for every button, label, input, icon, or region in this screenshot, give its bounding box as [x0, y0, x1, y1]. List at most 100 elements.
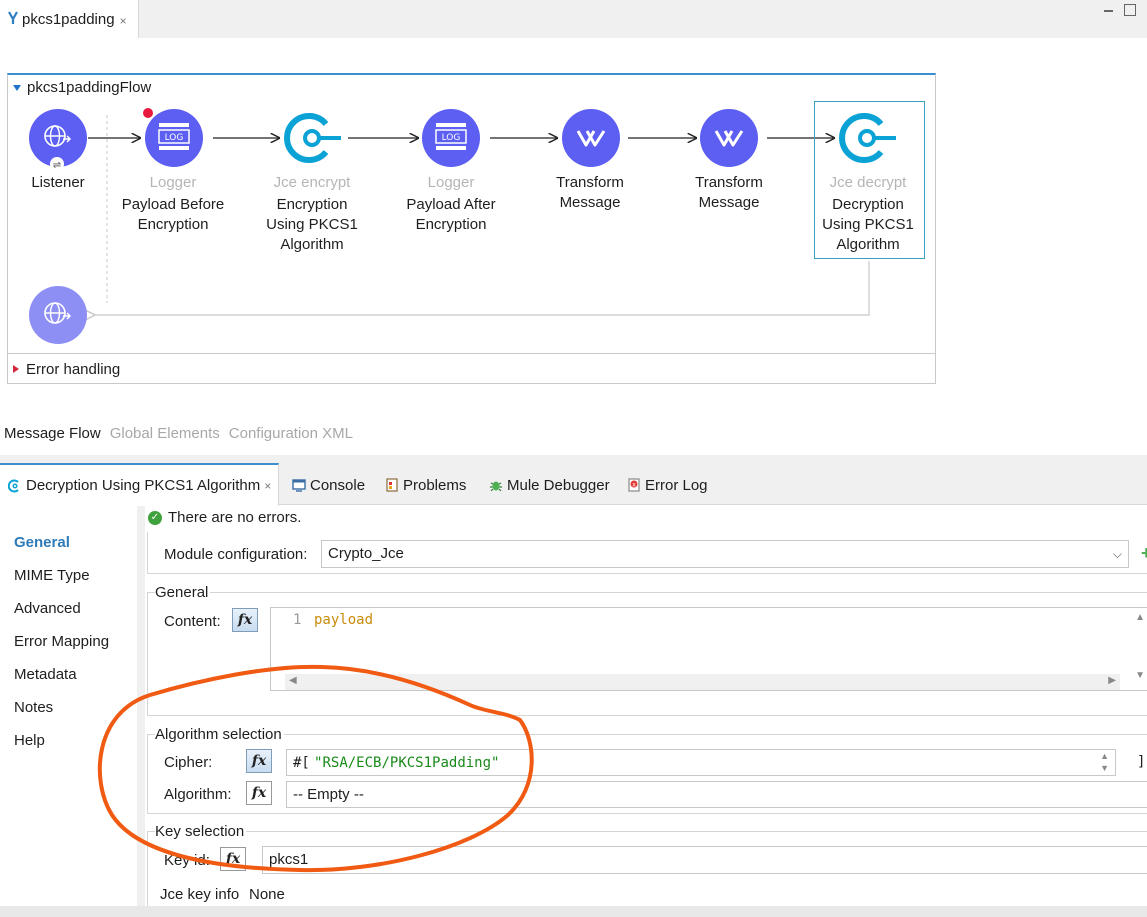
node-label-line: Payload Before [121, 196, 225, 213]
maximize-icon[interactable] [1124, 4, 1136, 16]
tab-console-label: Console [310, 476, 366, 494]
cipher-label: Cipher: [164, 754, 213, 771]
nav-notes[interactable]: Notes [14, 699, 53, 716]
editor-view-tabs: Message Flow Global Elements Configurati… [4, 425, 362, 442]
node-type-logger: Logger [427, 174, 475, 191]
expression-prefix: #[ [293, 755, 310, 771]
nav-error-mapping[interactable]: Error Mapping [14, 633, 109, 650]
key-id-input[interactable]: pkcs1 [262, 846, 1147, 874]
node-label-line: Payload After [406, 196, 496, 213]
content-value: payload [314, 612, 374, 628]
key-selection-group: Key selection Key id: fx pkcs1 Jce key i… [147, 823, 1147, 907]
svg-text:⇌: ⇌ [53, 160, 61, 171]
bug-icon [489, 478, 503, 492]
node-label-line: Message [698, 194, 760, 211]
panel-tab-bar: Decryption Using PKCS1 Algorithm × Conso… [0, 455, 1147, 506]
fx-toggle-button[interactable]: fx [246, 781, 272, 805]
listener-node-icon[interactable]: ⇌ [29, 109, 87, 171]
validation-status: ✓ There are no errors. [148, 509, 301, 526]
tab-message-flow[interactable]: Message Flow [4, 425, 101, 442]
error-handling-section[interactable]: Error handling [8, 353, 935, 384]
listener-response-icon[interactable] [29, 286, 87, 344]
general-group-title: General [155, 584, 211, 601]
expand-arrow-icon[interactable] [13, 365, 19, 373]
transform-node-icon[interactable] [700, 109, 758, 167]
fx-toggle-button[interactable]: fx [232, 608, 258, 632]
jce-icon [7, 479, 22, 493]
nav-metadata[interactable]: Metadata [14, 666, 77, 683]
editor-tab-bar: pkcs1padding × [0, 0, 1147, 38]
node-label-line: Message [559, 194, 621, 211]
basic-settings-group: Module configuration: Crypto_Jce ⌵ + [147, 532, 1147, 574]
validation-message: There are no errors. [168, 509, 302, 526]
tab-properties-label: Decryption Using PKCS1 Algorithm [26, 477, 261, 494]
general-group: General Content: fx 1 payload ◀ ▶ ▲ ▼ [147, 584, 1147, 716]
node-label-line: Encryption [137, 216, 209, 233]
tab-error-log-label: Error Log [645, 476, 708, 494]
algorithm-select[interactable]: -- Empty -- [286, 781, 1147, 808]
tab-mule-debugger[interactable]: Mule Debugger [489, 465, 610, 505]
cipher-input[interactable]: #[ "RSA/ECB/PKCS1Padding" ▲ ▼ [286, 749, 1116, 776]
node-label-line: Using PKCS1 [822, 216, 914, 233]
expression-suffix: ] [1137, 754, 1146, 770]
logger-node-icon[interactable]: LOG [143, 108, 203, 167]
node-label-line: Transform [695, 174, 763, 191]
close-icon[interactable]: × [264, 479, 271, 493]
key-info-value[interactable]: None [249, 886, 285, 903]
spin-icon[interactable]: ▲ ▼ [1100, 750, 1109, 774]
flow-container: pkcs1paddingFlow ⇌ LOG LOG Listener Logg… [7, 73, 936, 384]
problems-icon [385, 478, 399, 492]
node-label-line: Transform [556, 174, 624, 191]
logger-node-icon[interactable]: LOG [422, 109, 480, 167]
console-icon [292, 478, 306, 492]
content-label: Content: [164, 613, 221, 630]
chevron-down-icon[interactable]: ⌵ [1113, 541, 1122, 567]
jce-encrypt-node-icon[interactable] [284, 113, 341, 163]
fx-toggle-button[interactable]: fx [220, 847, 246, 871]
tab-properties[interactable]: Decryption Using PKCS1 Algorithm × [0, 463, 279, 506]
scroll-left-icon[interactable]: ◀ [289, 675, 297, 686]
return-arrow [94, 261, 870, 315]
tab-error-log[interactable]: x Error Log [627, 465, 708, 505]
nav-mime-type[interactable]: MIME Type [14, 567, 90, 584]
node-label-line: Using PKCS1 [266, 216, 358, 233]
node-label-line: Decryption [832, 196, 904, 213]
editor-tab-pkcs1padding[interactable]: pkcs1padding × [0, 0, 139, 38]
tab-global-elements[interactable]: Global Elements [110, 425, 220, 442]
fx-toggle-button[interactable]: fx [246, 749, 272, 773]
add-config-icon[interactable]: + [1141, 544, 1147, 562]
scroll-down-icon[interactable]: ▼ [1135, 670, 1145, 681]
status-bar [0, 906, 1147, 917]
close-icon[interactable]: × [120, 14, 127, 28]
panel-divider[interactable] [137, 506, 145, 906]
minimize-icon[interactable] [1103, 4, 1115, 16]
line-number: 1 [293, 612, 302, 628]
nav-general[interactable]: General [14, 534, 70, 551]
node-label-line: Algorithm [280, 236, 344, 253]
error-log-icon: x [627, 478, 641, 492]
algorithm-selection-title: Algorithm selection [155, 726, 284, 743]
horizontal-scrollbar[interactable]: ◀ ▶ [285, 674, 1120, 690]
scroll-right-icon[interactable]: ▶ [1108, 675, 1116, 686]
scroll-up-icon[interactable]: ▲ [1135, 612, 1145, 623]
nav-advanced[interactable]: Advanced [14, 600, 81, 617]
editor-tab-label: pkcs1padding [22, 10, 115, 28]
algorithm-selection-group: Algorithm selection Cipher: fx #[ "RSA/E… [147, 726, 1147, 814]
node-type-logger: Logger [149, 174, 197, 191]
content-editor[interactable]: 1 payload ◀ ▶ ▲ ▼ [270, 607, 1147, 691]
transform-node-icon[interactable] [562, 109, 620, 167]
tab-configuration-xml[interactable]: Configuration XML [229, 425, 353, 442]
tab-console[interactable]: Console [292, 465, 365, 505]
logger-icon-text: LOG [165, 133, 184, 143]
svg-text:x: x [632, 482, 636, 489]
node-label-line: Encryption [415, 216, 487, 233]
properties-side-nav: General MIME Type Advanced Error Mapping… [0, 506, 137, 906]
node-type-jce-encrypt: Jce encrypt [273, 174, 351, 191]
node-label-listener: Listener [31, 174, 85, 191]
module-config-label: Module configuration: [164, 546, 308, 563]
module-config-value: Crypto_Jce [328, 545, 404, 562]
node-label-line: Algorithm [836, 236, 900, 253]
nav-help[interactable]: Help [14, 732, 45, 749]
tab-problems[interactable]: Problems [385, 465, 466, 505]
module-config-select[interactable]: Crypto_Jce ⌵ [321, 540, 1129, 568]
